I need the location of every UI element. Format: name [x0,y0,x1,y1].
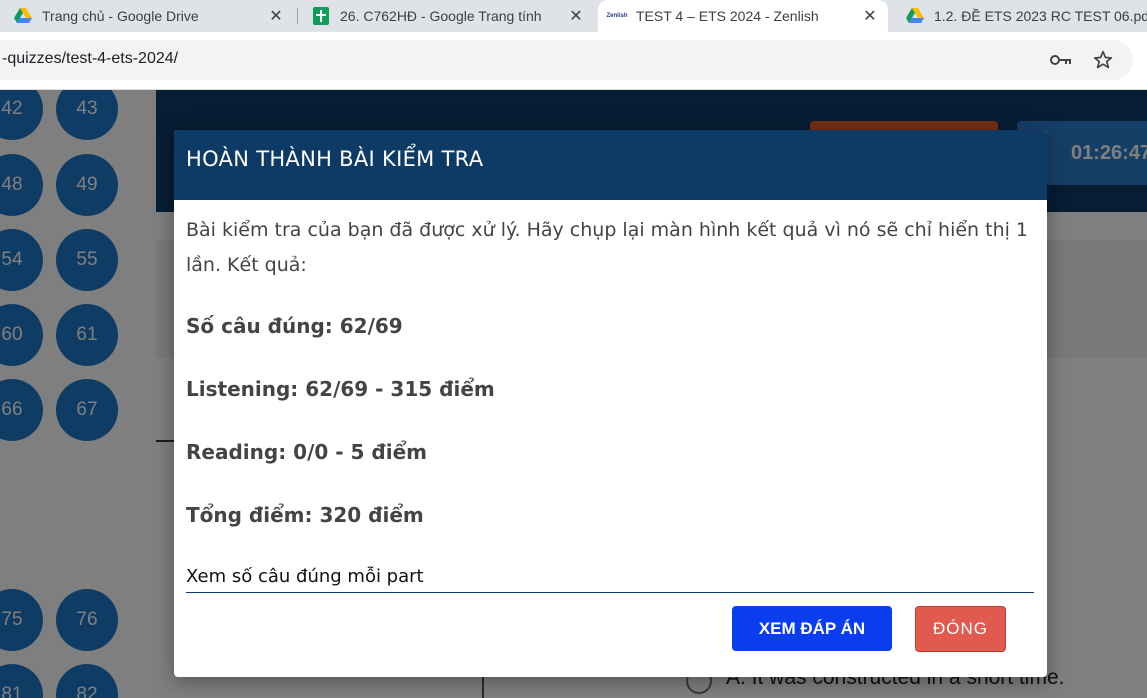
close-icon[interactable]: ✕ [266,6,286,26]
dialog-divider [186,592,1034,593]
listening-score: Listening: 62/69 - 315 điểm [186,377,495,401]
url-text[interactable]: -quizzes/test-4-ets-2024/ [2,50,178,68]
tab-title: 1.2. ĐỀ ETS 2023 RC TEST 06.pdf [934,8,1147,24]
part-breakdown-link[interactable]: Xem số câu đúng mỗi part [186,566,424,587]
dialog-header: HOÀN THÀNH BÀI KIỂM TRA [174,130,1047,200]
tab-title: Trang chủ - Google Drive [42,8,199,24]
dialog-title: HOÀN THÀNH BÀI KIỂM TRA [186,147,484,171]
close-icon[interactable]: ✕ [566,6,586,26]
google-sheets-icon [312,7,330,25]
correct-count: Số câu đúng: 62/69 [186,314,403,338]
close-icon[interactable]: ✕ [860,6,880,26]
tab-separator [297,8,298,24]
result-dialog: HOÀN THÀNH BÀI KIỂM TRA Bài kiểm tra của… [174,130,1047,677]
browser-tab-strip: Trang chủ - Google Drive ✕ 26. C762HĐ - … [0,0,1147,32]
google-drive-icon [14,7,32,25]
bookmark-star-icon[interactable] [1092,49,1114,71]
tab-google-drive[interactable]: Trang chủ - Google Drive ✕ [0,0,296,32]
total-score: Tổng điểm: 320 điểm [186,503,424,527]
tab-title: TEST 4 – ETS 2024 - Zenlish [636,8,819,24]
google-drive-icon [906,7,924,25]
browser-toolbar: -quizzes/test-4-ets-2024/ [0,32,1147,90]
tab-zenlish-test[interactable]: Zenlish TEST 4 – ETS 2024 - Zenlish ✕ [598,0,888,32]
result-message: Bài kiểm tra của bạn đã được xử lý. Hãy … [186,219,1029,276]
reading-score: Reading: 0/0 - 5 điểm [186,440,427,464]
address-bar[interactable]: -quizzes/test-4-ets-2024/ [0,40,1133,80]
tab-pdf-file[interactable]: 1.2. ĐỀ ETS 2023 RC TEST 06.pdf [894,0,1147,32]
tab-google-sheets[interactable]: 26. C762HĐ - Google Trang tính ✕ [300,0,596,32]
tab-title: 26. C762HĐ - Google Trang tính [340,8,542,24]
close-button[interactable]: ĐÓNG [915,606,1006,652]
view-answers-button[interactable]: XEM ĐÁP ÁN [732,606,892,651]
zenlish-icon: Zenlish [606,13,628,19]
key-icon[interactable] [1050,49,1072,71]
